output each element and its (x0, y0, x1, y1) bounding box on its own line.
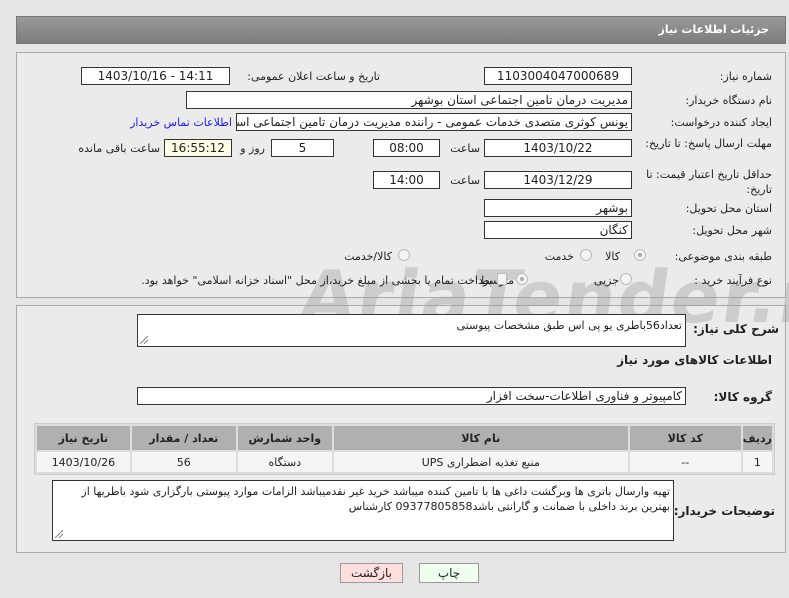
table-header-row: ردیف کد کالا نام کالا واحد شمارش تعداد /… (37, 426, 772, 450)
province-field: بوشهر (484, 199, 632, 217)
category-label: طبقه بندی موضوعی: (674, 250, 772, 263)
validity-date-field: 1403/12/29 (484, 171, 632, 189)
col-row: ردیف (742, 426, 772, 450)
goods-group-field: کامپیوتر و فناوری اطلاعات-سخت افزار (137, 387, 686, 405)
summary-label: شرح کلی نیاز: (693, 322, 779, 336)
deadline-time-label: ساعت (450, 142, 480, 155)
resize-grip-icon[interactable] (140, 336, 148, 344)
validity-time-label: ساعت (450, 174, 480, 187)
col-code: کد کالا (629, 426, 741, 450)
col-qty: تعداد / مقدار (131, 426, 236, 450)
category-radio-goods[interactable] (634, 249, 646, 261)
category-radio-goods-service[interactable] (398, 249, 410, 261)
cell-unit: دستگاه (237, 452, 332, 472)
cell-date: 1403/10/26 (37, 452, 130, 472)
buyer-org-label: نام دستگاه خریدار: (685, 94, 772, 107)
treasury-checkbox[interactable] (497, 273, 507, 285)
need-number-field: 1103004047000689 (484, 67, 632, 85)
resize-grip-icon[interactable] (55, 530, 63, 538)
days-field: 5 (271, 139, 334, 157)
days-label: روز و (240, 142, 265, 155)
remaining-label: ساعت باقی مانده (78, 142, 160, 155)
city-label: شهر محل تحویل: (692, 224, 772, 237)
announce-field: 1403/10/16 - 14:11 (81, 67, 230, 85)
contact-buyer-link[interactable]: اطلاعات تماس خریدار (130, 116, 232, 129)
announce-label: تاریخ و ساعت اعلان عمومی: (247, 70, 380, 83)
need-number-label: شماره نیاز: (719, 70, 772, 83)
deadline-label: مهلت ارسال پاسخ: تا تاریخ: (645, 137, 772, 150)
payment-note: پرداخت تمام یا بخشی از مبلغ خرید،از محل … (141, 274, 492, 287)
remaining-time-field: 16:55:12 (164, 139, 232, 157)
category-radio-service[interactable] (580, 249, 592, 261)
deadline-time-field: 08:00 (373, 139, 440, 157)
category-option-goods: کالا (605, 250, 620, 263)
page-header: جزئیات اطلاعات نیاز (16, 16, 786, 44)
process-option-minor: جزیی (593, 274, 619, 287)
deadline-date-field: 1403/10/22 (484, 139, 632, 157)
print-button[interactable]: چاپ (419, 563, 479, 583)
validity-label: حداقل تاریخ اعتبار قیمت: تا تاریخ: (646, 168, 772, 196)
category-option-service: خدمت (544, 250, 574, 263)
cell-qty: 56 (131, 452, 236, 472)
process-radio-minor[interactable] (620, 273, 632, 285)
back-button[interactable]: بازگشت (340, 563, 403, 583)
page-title: جزئیات اطلاعات نیاز (658, 23, 770, 36)
cell-row: 1 (742, 452, 772, 472)
province-label: استان محل تحویل: (685, 202, 772, 215)
cell-code: -- (629, 452, 741, 472)
notes-textarea[interactable]: تهیه وارسال باتری ها وبرگشت داغی ها با ت… (52, 480, 674, 541)
goods-table: ردیف کد کالا نام کالا واحد شمارش تعداد /… (34, 423, 775, 475)
summary-text: تعداد56باطری یو پی اس طبق مشخصات پیوستی (456, 319, 682, 332)
col-name: نام کالا (333, 426, 628, 450)
summary-textarea[interactable]: تعداد56باطری یو پی اس طبق مشخصات پیوستی (137, 314, 686, 347)
table-row: 1 -- منبع تغذیه اضطراری UPS دستگاه 56 14… (37, 452, 772, 472)
col-unit: واحد شمارش (237, 426, 332, 450)
creator-field: یونس کوثری متصدی خدمات عمومی - راننده مد… (236, 113, 632, 131)
process-radio-medium[interactable] (516, 273, 528, 285)
creator-label: ایجاد کننده درخواست: (670, 116, 772, 129)
city-field: کنگان (484, 221, 632, 239)
category-option-goods-service: کالا/خدمت (344, 250, 392, 263)
buyer-org-field: مدیریت درمان تامین اجتماعی استان بوشهر (186, 91, 632, 109)
col-date: تاریخ نیاز (37, 426, 130, 450)
cell-name: منبع تغذیه اضطراری UPS (333, 452, 628, 472)
validity-time-field: 14:00 (373, 171, 440, 189)
goods-group-label: گروه کالا: (713, 390, 772, 404)
process-label: نوع فرآیند خرید : (694, 274, 772, 287)
goods-section-title: اطلاعات کالاهای مورد نیاز (617, 353, 772, 367)
notes-label: توضیحات خریدار: (673, 504, 775, 518)
notes-text: تهیه وارسال باتری ها وبرگشت داغی ها با ت… (81, 485, 670, 513)
